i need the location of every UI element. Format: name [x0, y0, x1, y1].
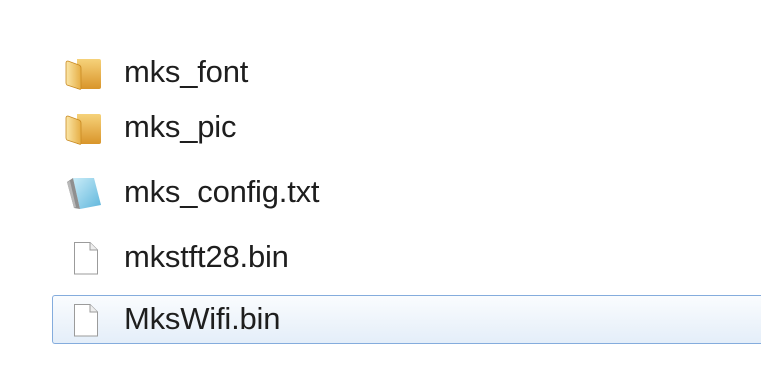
file-item-mkswifi-bin[interactable]: MksWifi.bin [52, 295, 761, 344]
file-name: mks_font [124, 54, 249, 89]
file-item-mkstft28-bin[interactable]: mkstft28.bin [52, 233, 761, 282]
file-name: mks_pic [124, 109, 237, 144]
file-name: mks_config.txt [124, 174, 320, 209]
folder-icon [64, 56, 102, 90]
text-file-icon [64, 176, 102, 210]
file-list: mks_font mks_pic mks_config.txt mkstft28… [0, 0, 761, 377]
file-name: MksWifi.bin [124, 301, 281, 336]
file-item-mks-pic[interactable]: mks_pic [52, 103, 761, 152]
blank-file-icon [64, 241, 102, 275]
file-item-mks-font[interactable]: mks_font [52, 48, 761, 97]
file-item-mks-config-txt[interactable]: mks_config.txt [52, 168, 761, 217]
file-name: mkstft28.bin [124, 239, 289, 274]
blank-file-icon [64, 303, 102, 337]
folder-icon [64, 111, 102, 145]
